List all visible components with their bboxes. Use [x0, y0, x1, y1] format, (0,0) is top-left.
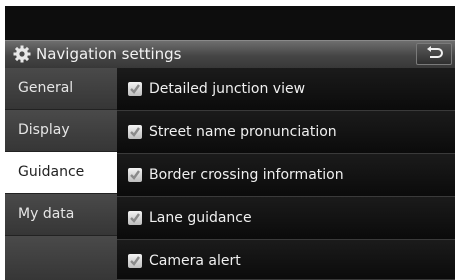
option-label: Detailed junction view — [149, 81, 306, 97]
sidebar-item-general[interactable]: General — [5, 68, 117, 110]
checkmark-icon — [130, 256, 140, 266]
option-camera-alert[interactable]: Camera alert — [117, 240, 455, 280]
page-title: Navigation settings — [36, 45, 182, 63]
checkmark-icon — [130, 84, 140, 94]
navigation-settings-screen: Navigation settings General Display Guid… — [5, 6, 455, 280]
option-label: Street name pronunciation — [149, 124, 337, 140]
back-button[interactable] — [416, 43, 452, 65]
sidebar-item-label: My data — [18, 206, 75, 222]
settings-category-sidebar: General Display Guidance My data — [5, 68, 117, 280]
checkbox-checked[interactable] — [128, 168, 142, 182]
sidebar-item-label: Guidance — [18, 164, 85, 180]
option-lane-guidance[interactable]: Lane guidance — [117, 197, 455, 240]
option-label: Lane guidance — [149, 210, 252, 226]
sidebar-empty-area — [5, 236, 117, 280]
checkmark-icon — [130, 127, 140, 137]
sidebar-item-my-data[interactable]: My data — [5, 194, 117, 236]
option-detailed-junction-view[interactable]: Detailed junction view — [117, 68, 455, 111]
checkbox-checked[interactable] — [128, 125, 142, 139]
option-border-crossing-information[interactable]: Border crossing information — [117, 154, 455, 197]
checkbox-checked[interactable] — [128, 82, 142, 96]
option-label: Camera alert — [149, 253, 241, 269]
sidebar-item-guidance[interactable]: Guidance — [5, 152, 117, 194]
checkmark-icon — [130, 170, 140, 180]
sidebar-item-label: General — [18, 80, 74, 96]
back-arrow-icon — [427, 46, 443, 58]
gear-icon — [13, 45, 31, 63]
option-label: Border crossing information — [149, 167, 344, 183]
checkmark-icon — [130, 213, 140, 223]
sidebar-item-display[interactable]: Display — [5, 110, 117, 152]
checkbox-checked[interactable] — [128, 254, 142, 268]
sidebar-item-label: Display — [18, 122, 70, 138]
checkbox-checked[interactable] — [128, 211, 142, 225]
header-bar: Navigation settings — [5, 40, 455, 68]
guidance-options-list: Detailed junction view Street name pronu… — [117, 68, 455, 280]
option-street-name-pronunciation[interactable]: Street name pronunciation — [117, 111, 455, 154]
